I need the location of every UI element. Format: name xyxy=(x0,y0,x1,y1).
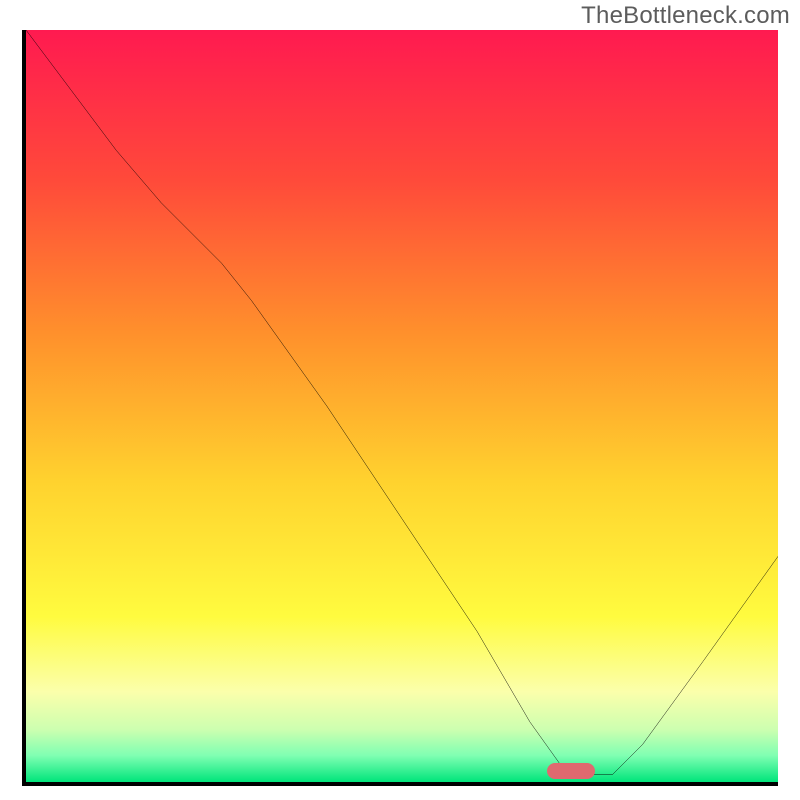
chart-container: { "watermark": "TheBottleneck.com", "gra… xyxy=(0,0,800,800)
curve-line xyxy=(26,30,778,782)
watermark-text: TheBottleneck.com xyxy=(581,2,790,30)
optimal-marker xyxy=(547,763,595,779)
plot-area xyxy=(22,30,778,786)
